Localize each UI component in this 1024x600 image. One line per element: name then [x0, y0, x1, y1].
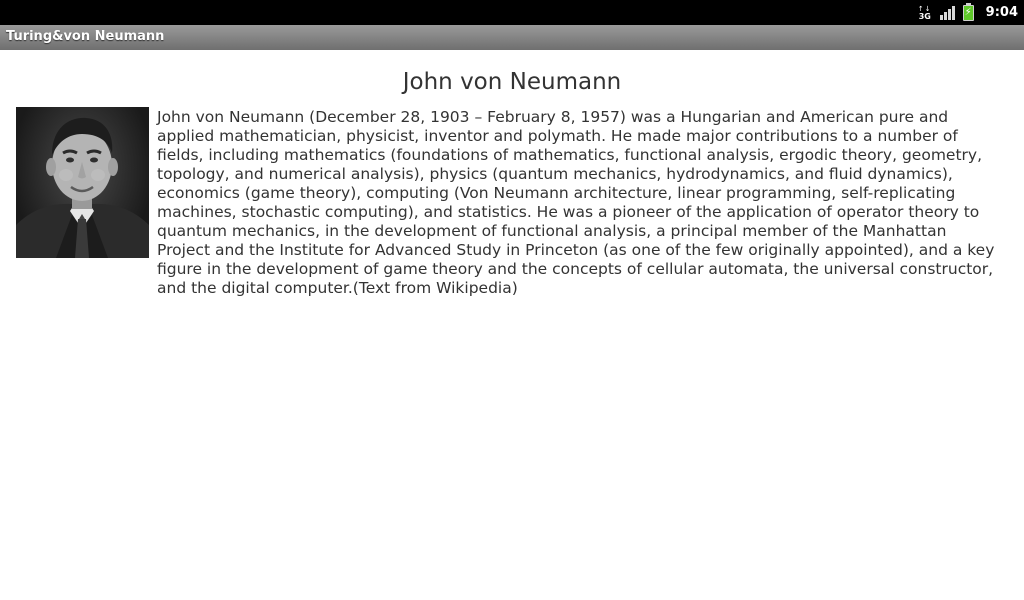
main-content: John von Neumann John von Neumann (Decem… [0, 50, 1024, 600]
status-icons: ↑↓ 3G 9:04 [918, 0, 1018, 25]
status-bar: ↑↓ 3G 9:04 [0, 0, 1024, 25]
battery-charging-icon [962, 2, 974, 21]
status-clock: 9:04 [985, 5, 1018, 20]
network-type-label: 3G [918, 11, 931, 21]
biography-text: John von Neumann (December 28, 1903 – Fe… [157, 108, 995, 297]
portrait-illustration [16, 117, 149, 258]
page-title: John von Neumann [402, 69, 622, 95]
portrait-image [16, 107, 149, 258]
signal-strength-icon [939, 5, 955, 20]
app-title: Turing&von Neumann [6, 29, 165, 44]
data-3g-icon: ↑↓ 3G [918, 5, 932, 21]
app-title-bar: Turing&von Neumann [0, 25, 1024, 50]
